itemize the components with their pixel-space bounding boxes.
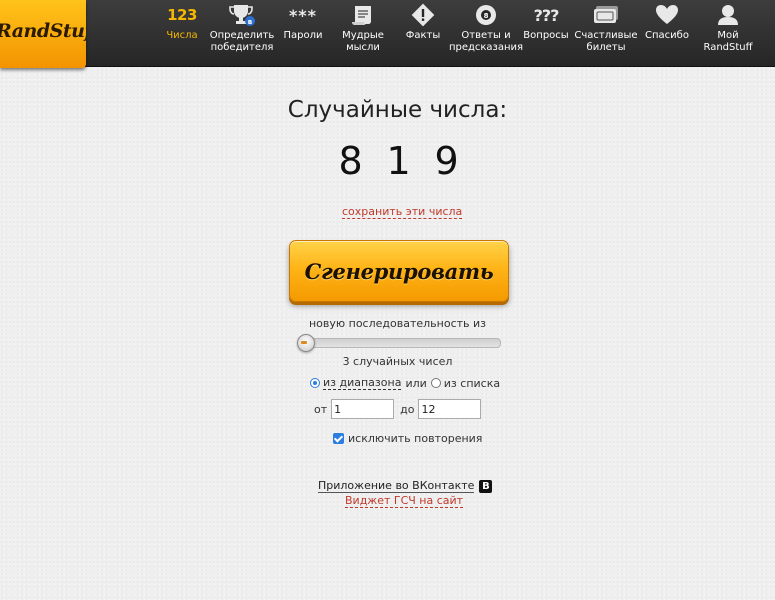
save-numbers-link[interactable]: сохранить эти числа [342, 205, 463, 219]
numbers-icon: 123 [167, 6, 197, 24]
nav-item-thanks[interactable]: Спасибо [644, 0, 690, 66]
range-fields: от до [314, 399, 487, 419]
generate-button[interactable]: Сгенерировать [289, 240, 509, 302]
nav-label-questions: Вопросы [523, 30, 569, 41]
nav-item-questions[interactable]: ??? Вопросы [522, 0, 570, 66]
magic-ball-icon: 8 [452, 0, 520, 30]
vk-icon: B [479, 479, 493, 493]
warning-icon [400, 0, 446, 30]
nav-label-passwords: Пароли [283, 30, 323, 41]
nav-label-facts: Факты [405, 30, 441, 41]
nav-item-lucky-tickets[interactable]: Счастливые билеты [574, 0, 638, 66]
from-input[interactable] [331, 399, 395, 419]
password-icon: *** [288, 5, 318, 25]
range-option-label[interactable]: из диапазона [323, 376, 402, 390]
sequence-label: новую последовательность из [308, 317, 487, 330]
exclude-repeats-row: исключить повторения [333, 431, 482, 445]
range-radio[interactable] [310, 378, 320, 388]
list-radio[interactable] [430, 378, 441, 388]
nav-item-passwords[interactable]: *** Пароли [280, 0, 326, 66]
site-logo[interactable]: RandStuff [0, 0, 86, 68]
generated-number: 9 [434, 139, 459, 183]
nav-label-lucky-tickets: Счастливые билеты [574, 30, 638, 53]
nav-item-wise-thoughts[interactable]: Мудрые мысли [338, 0, 388, 66]
to-label: до [400, 402, 415, 416]
trophy-icon: в [208, 0, 276, 30]
nav-item-answers[interactable]: 8 Ответы и предсказания [448, 0, 524, 66]
generated-number: 8 [338, 139, 363, 183]
source-options: из диапазона или из списка [310, 376, 500, 390]
to-input[interactable] [418, 399, 482, 419]
tickets-icon [576, 0, 636, 30]
scroll-icon [338, 0, 388, 30]
generated-number: 1 [386, 139, 411, 183]
list-option-label[interactable]: из списка [444, 377, 500, 390]
nav-label-answers: Ответы и предсказания [448, 30, 524, 53]
count-label: 3 случайных чисел [342, 355, 453, 368]
slider-handle[interactable] [297, 334, 315, 352]
nav-label-wise-thoughts: Мудрые мысли [342, 30, 384, 53]
nav-label-winner: Определить победителя [209, 30, 275, 53]
questions-icon: ??? [533, 5, 560, 25]
page-title: Случайные числа: [287, 97, 508, 123]
generated-numbers: 8 1 9 [0, 139, 775, 183]
heart-icon [644, 0, 690, 30]
nav-item-winner[interactable]: в Определить победителя [208, 0, 276, 66]
user-icon [700, 0, 756, 30]
generate-button-label: Сгенерировать [304, 258, 494, 284]
widget-link[interactable]: Виджет ГСЧ на сайт [345, 495, 464, 508]
vk-app-link[interactable]: Приложение во ВКонтакте [318, 479, 475, 493]
nav-item-my-randstuff[interactable]: Мой RandStuff [700, 0, 756, 66]
top-navigation-bar: RandStuff 123 Числа в Определить победит… [0, 0, 775, 68]
from-label: от [314, 402, 328, 416]
or-text: или [405, 376, 427, 390]
logo-text: RandStuff [0, 20, 86, 42]
exclude-repeats-label[interactable]: исключить повторения [348, 432, 482, 445]
nav-item-numbers[interactable]: 123 Числа [160, 0, 204, 66]
nav-label-thanks: Спасибо [645, 30, 689, 41]
nav-item-facts[interactable]: Факты [400, 0, 446, 66]
vk-app-row: Приложение во ВКонтакте B [318, 478, 493, 494]
count-slider[interactable] [297, 334, 501, 352]
svg-text:в: в [248, 18, 253, 26]
exclude-repeats-checkbox[interactable] [333, 432, 344, 444]
svg-text:8: 8 [484, 12, 489, 20]
nav-label-my-randstuff: Мой RandStuff [703, 30, 753, 53]
nav-label-numbers: Числа [166, 30, 198, 41]
